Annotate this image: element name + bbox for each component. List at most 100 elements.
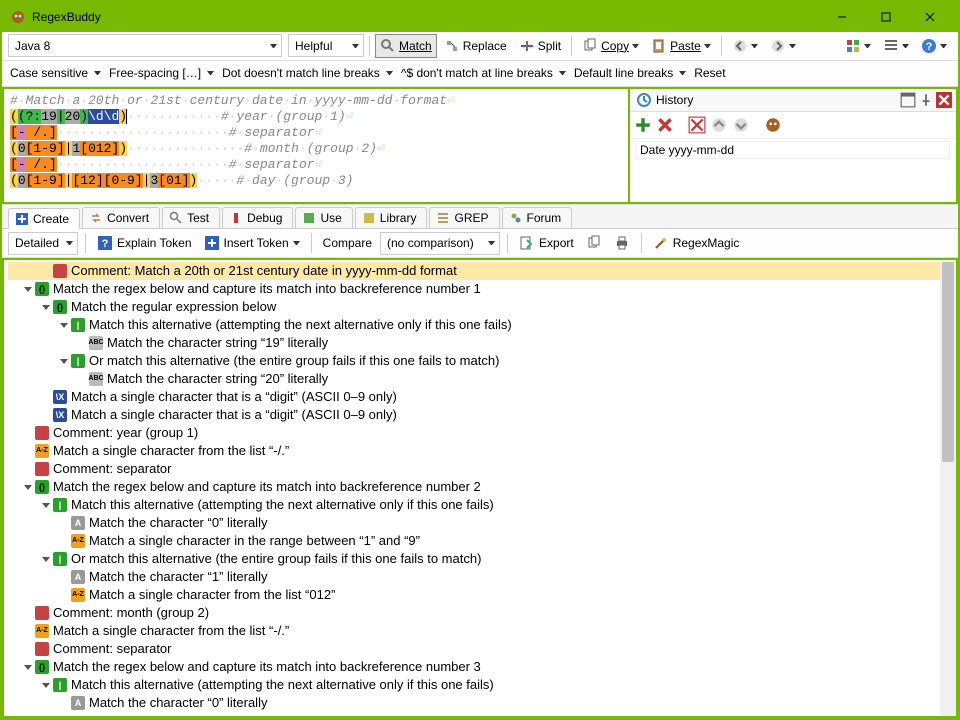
- tab-library[interactable]: Library: [355, 207, 428, 228]
- scrollbar-thumb[interactable]: [942, 262, 954, 462]
- compare-dropdown[interactable]: (no comparison): [380, 232, 500, 255]
- tree-row[interactable]: \XMatch a single character that is a “di…: [8, 406, 940, 424]
- history-item[interactable]: Date yyyy-mm-dd: [636, 141, 950, 159]
- explanation-tree[interactable]: Comment: Match a 20th or 21st century da…: [4, 260, 940, 716]
- tree-row[interactable]: ABCMatch the character string “19” liter…: [8, 334, 940, 352]
- minimize-button[interactable]: [820, 2, 864, 32]
- tree-row[interactable]: Comment: separator: [8, 460, 940, 478]
- history-list[interactable]: Date yyyy-mm-dd: [630, 139, 956, 201]
- tree-toggle-icon[interactable]: [40, 500, 51, 511]
- mode-dropdown[interactable]: Helpful: [288, 34, 364, 57]
- export-button[interactable]: Export: [515, 232, 578, 254]
- tree-row[interactable]: ()Match the regular expression below: [8, 298, 940, 316]
- scrollbar[interactable]: [940, 260, 956, 716]
- paste-button[interactable]: Paste: [646, 34, 716, 58]
- tree-toggle-icon[interactable]: [40, 680, 51, 691]
- tree-toggle-icon[interactable]: [22, 284, 33, 295]
- print-button[interactable]: [610, 232, 634, 254]
- tree-row-label: Match the regex below and capture its ma…: [53, 658, 481, 676]
- case-dropdown[interactable]: Case sensitive: [8, 62, 105, 84]
- tree-row[interactable]: Comment: month (group 2): [8, 604, 940, 622]
- tree-toggle-icon[interactable]: [22, 662, 33, 673]
- regexmagic-button[interactable]: RegexMagic: [649, 232, 744, 254]
- layout-button-2[interactable]: [878, 34, 914, 58]
- close-button[interactable]: [908, 2, 952, 32]
- tree-row[interactable]: AMatch the character “0” literally: [8, 514, 940, 532]
- tree-row[interactable]: ()Match the regex below and capture its …: [8, 280, 940, 298]
- linebreaks-dropdown[interactable]: Default line breaks: [572, 62, 690, 84]
- tree-row-label: Match a single character from the list “…: [53, 442, 289, 460]
- flavor-dropdown[interactable]: Java 8: [8, 34, 282, 57]
- copy-tree-button[interactable]: [582, 232, 606, 254]
- tree-row[interactable]: A-ZMatch a single character from the lis…: [8, 442, 940, 460]
- tree-toggle-icon[interactable]: [22, 482, 33, 493]
- tab-test[interactable]: Test: [162, 207, 220, 228]
- tree-row[interactable]: AMatch the character “0” literally: [8, 694, 940, 712]
- tab-forum[interactable]: Forum: [502, 207, 573, 228]
- tree-row[interactable]: |Match this alternative (attempting the …: [8, 496, 940, 514]
- tree-row-label: Match the regex below and capture its ma…: [53, 478, 481, 496]
- tab-use[interactable]: Use: [295, 207, 352, 228]
- explain-token-button[interactable]: ?Explain Token: [93, 232, 196, 254]
- match-button[interactable]: Match: [375, 34, 437, 58]
- delete-icon[interactable]: [656, 116, 674, 134]
- tree-row[interactable]: ()Match the regex below and capture its …: [8, 658, 940, 676]
- tree-row[interactable]: ABCMatch the character string “20” liter…: [8, 370, 940, 388]
- tree-row[interactable]: Comment: year (group 1): [8, 424, 940, 442]
- tab-create[interactable]: Create: [8, 208, 80, 229]
- close-panel-icon[interactable]: [936, 92, 952, 108]
- clear-icon[interactable]: [688, 116, 706, 134]
- up-icon[interactable]: [710, 116, 728, 134]
- compare-label: Compare: [323, 236, 372, 250]
- tab-grep[interactable]: GREP: [429, 207, 499, 228]
- maximize-button[interactable]: [864, 2, 908, 32]
- split-button[interactable]: Split: [514, 34, 566, 58]
- anchors-dropdown[interactable]: ^$ don't match at line breaks: [399, 62, 570, 84]
- copy-button[interactable]: Copy: [577, 34, 644, 58]
- tree-toggle-icon[interactable]: [58, 320, 69, 331]
- down-icon[interactable]: [732, 116, 750, 134]
- tree-row[interactable]: |Or match this alternative (the entire g…: [8, 550, 940, 568]
- copy-icon: [582, 38, 598, 54]
- add-icon[interactable]: [634, 116, 652, 134]
- help-button[interactable]: ?: [916, 34, 952, 58]
- tree-row[interactable]: ()Match the regex below and capture its …: [8, 478, 940, 496]
- compare-value: (no comparison): [387, 236, 474, 250]
- tree-toggle-icon[interactable]: [40, 554, 51, 565]
- tab-grep-label: GREP: [454, 211, 488, 225]
- compare-button[interactable]: Compare: [319, 232, 376, 254]
- tree-row[interactable]: A-ZMatch a single character from the lis…: [8, 586, 940, 604]
- reset-button[interactable]: Reset: [692, 62, 729, 84]
- tree-row[interactable]: Comment: separator: [8, 640, 940, 658]
- pin-icon[interactable]: [918, 92, 934, 108]
- freespacing-dropdown[interactable]: Free-spacing […]: [107, 62, 218, 84]
- tree-toggle-icon[interactable]: [58, 356, 69, 367]
- question-icon: ?: [97, 235, 113, 251]
- replace-button[interactable]: Replace: [439, 34, 512, 58]
- export-label: Export: [539, 236, 574, 250]
- copy-icon: [586, 235, 602, 251]
- tab-convert[interactable]: Convert: [82, 207, 160, 228]
- insert-token-button[interactable]: Insert Token: [200, 232, 304, 254]
- tree-row[interactable]: Comment: Match a 20th or 21st century da…: [8, 262, 940, 280]
- dot-dropdown[interactable]: Dot doesn't match line breaks: [220, 62, 397, 84]
- tree-row[interactable]: A-ZMatch a single character in the range…: [8, 532, 940, 550]
- tree-row[interactable]: |Match this alternative (attempting the …: [8, 316, 940, 334]
- svg-text:?: ?: [926, 41, 933, 53]
- tree-row[interactable]: \XMatch a single character that is a “di…: [8, 388, 940, 406]
- tab-debug[interactable]: Debug: [222, 207, 293, 228]
- detail-dropdown[interactable]: Detailed: [8, 232, 78, 255]
- regex-editor[interactable]: #·Match·a·20th·or·21st·century·date·in·y…: [2, 87, 629, 203]
- tree-row[interactable]: |Match this alternative (attempting the …: [8, 676, 940, 694]
- tree-toggle-icon[interactable]: [40, 302, 51, 313]
- forward-button[interactable]: [765, 34, 801, 58]
- mascot-icon[interactable]: [764, 116, 782, 134]
- tree-row[interactable]: A-ZMatch a single character from the lis…: [8, 622, 940, 640]
- dock-icon[interactable]: [900, 92, 916, 108]
- tree-row[interactable]: |Or match this alternative (the entire g…: [8, 352, 940, 370]
- main-toolbar: Java 8 Helpful Match Replace Split Copy: [2, 32, 958, 61]
- tree-row[interactable]: AMatch the character “1” literally: [8, 568, 940, 586]
- layout-button-1[interactable]: [840, 34, 876, 58]
- back-button[interactable]: [727, 34, 763, 58]
- plus-icon: [15, 212, 29, 226]
